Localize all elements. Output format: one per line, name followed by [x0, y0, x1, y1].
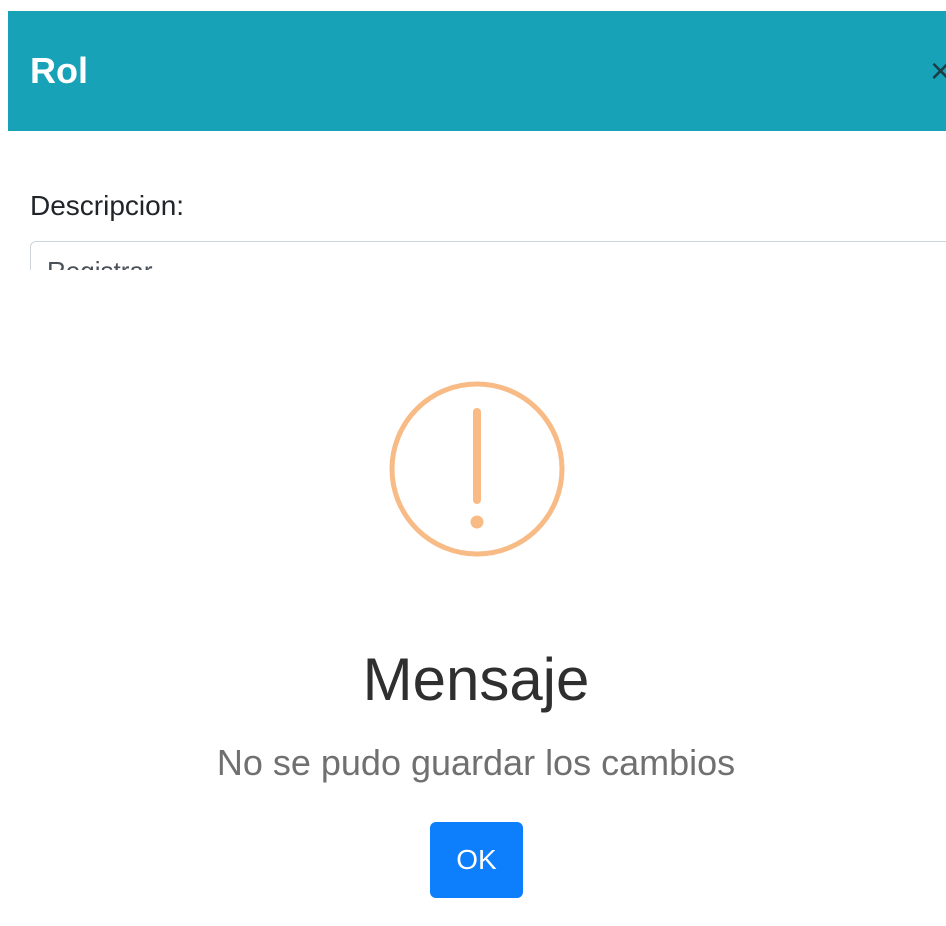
modal-header: Rol ×: [8, 11, 946, 131]
alert-popup: Mensaje No se pudo guardar los cambios O…: [0, 270, 946, 926]
description-field[interactable]: Registrar: [30, 241, 946, 270]
alert-message: No se pudo guardar los cambios: [216, 742, 736, 783]
modal-close-button[interactable]: ×: [930, 53, 946, 89]
warning-icon: [389, 381, 565, 557]
page: Rol × Descripcion: Registrar Mensaje No …: [0, 0, 946, 926]
ok-button[interactable]: OK: [430, 822, 523, 898]
description-label: Descripcion:: [30, 190, 185, 221]
description-field-wrapper: Registrar: [30, 241, 946, 270]
modal-title: Rol: [30, 50, 88, 91]
alert-title: Mensaje: [362, 646, 590, 713]
